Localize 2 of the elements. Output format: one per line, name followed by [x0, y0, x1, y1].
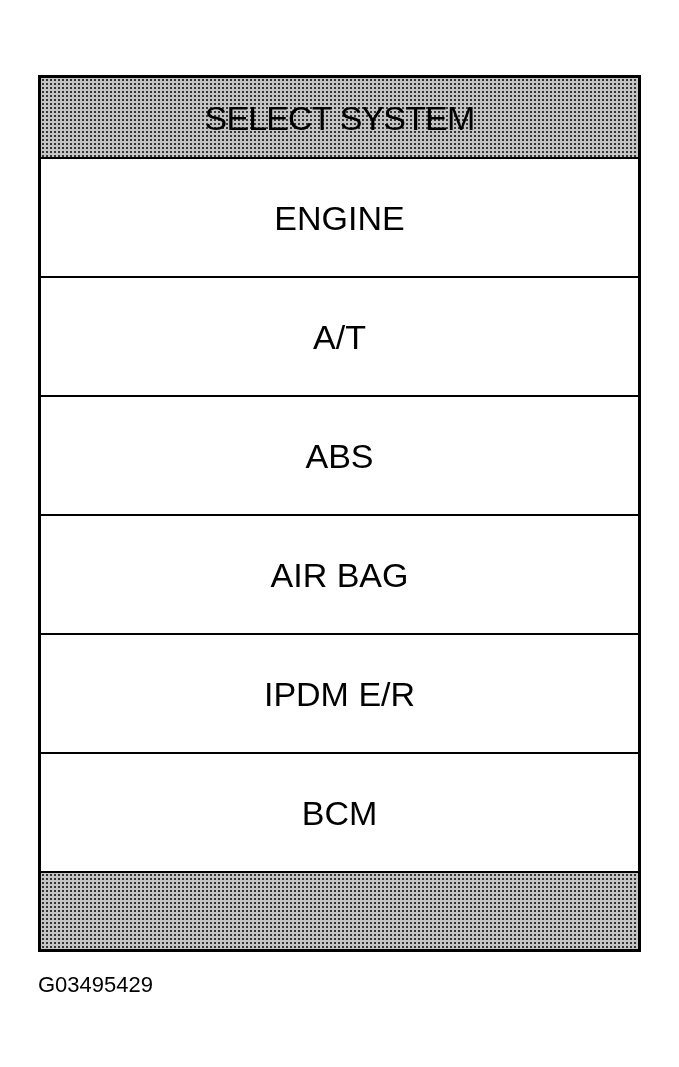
screen-title: SELECT SYSTEM: [41, 78, 638, 157]
figure-id: G03495429: [38, 974, 153, 996]
